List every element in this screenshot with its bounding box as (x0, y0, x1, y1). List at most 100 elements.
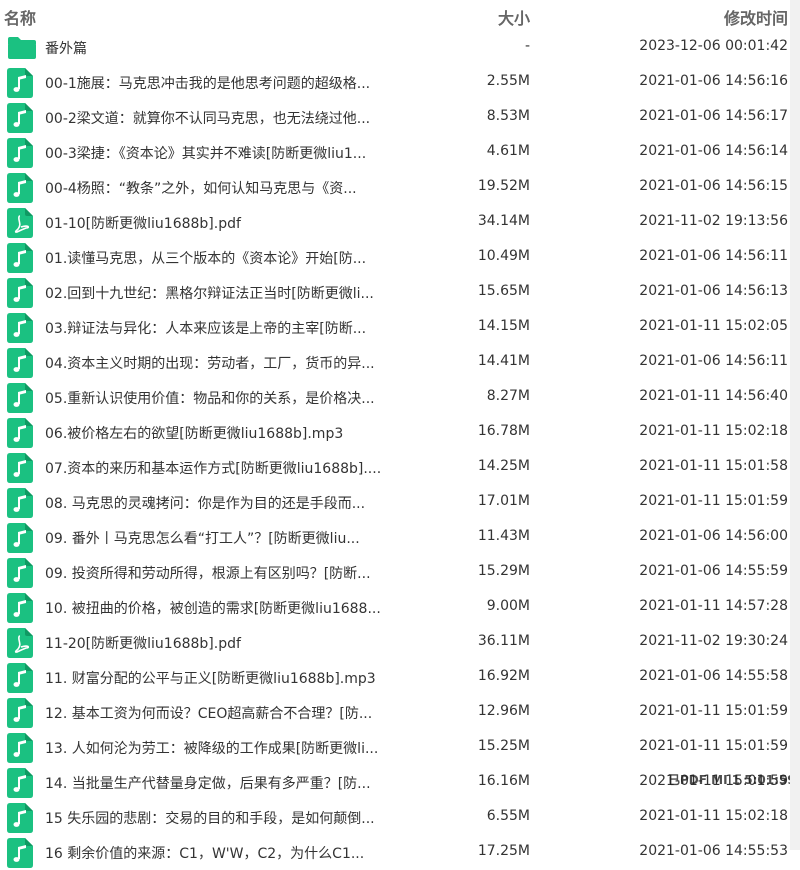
audio-file-icon (7, 243, 33, 273)
column-header-name[interactable]: 名称 (4, 5, 36, 29)
file-size: 14.15M (477, 318, 530, 334)
file-name[interactable]: 15 失乐园的悲剧：交易的目的和手段，是如何颠倒... (45, 808, 400, 828)
file-row[interactable]: 00-2梁文道：就算你不认同马克思，也无法绕过他... 8.53M 2021-01-… (0, 100, 790, 135)
file-name[interactable]: 09. 番外丨马克思怎么看“打工人”？[防断更微liu... (45, 528, 400, 548)
file-row[interactable]: 02.回到十九世纪：黑格尔辩证法正当时[防断更微li... 15.65M 2021-… (0, 275, 790, 310)
audio-file-icon (7, 383, 33, 413)
column-header-size[interactable]: 大小 (498, 5, 530, 29)
pdf-file-icon (7, 628, 33, 658)
file-modified-time: 2021-01-06 14:56:17 (639, 108, 788, 124)
audio-file-icon (7, 558, 33, 588)
file-name[interactable]: 00-3梁捷：《资本论》其实并不难读[防断更微liu1... (45, 143, 400, 163)
file-size: 15.65M (477, 283, 530, 299)
file-name[interactable]: 14. 当批量生产代替量身定做，后果有多严重？[防... (45, 773, 400, 793)
file-row[interactable]: 04.资本主义时期的出现：劳动者，工厂，货币的异... 14.41M 2021-01… (0, 345, 790, 380)
file-size: 17.01M (477, 493, 530, 509)
audio-file-icon (7, 838, 33, 868)
file-size: 4.61M (486, 143, 530, 159)
file-modified-time: 2021-01-11 15:01:59 (639, 703, 788, 719)
audio-file-icon (7, 803, 33, 833)
file-name[interactable]: 03.辩证法与异化：人本来应该是上帝的主宰[防断... (45, 318, 400, 338)
file-row[interactable]: 15 失乐园的悲剧：交易的目的和手段，是如何颠倒... 6.55M 2021-01-… (0, 800, 790, 835)
file-name[interactable]: 02.回到十九世纪：黑格尔辩证法正当时[防断更微li... (45, 283, 400, 303)
file-name[interactable]: 05.重新认识使用价值：物品和你的关系，是价格决... (45, 388, 400, 408)
audio-file-icon (7, 453, 33, 483)
file-modified-time: 2021-01-06 14:56:13 (639, 283, 788, 299)
audio-file-icon (7, 418, 33, 448)
file-row[interactable]: 06.被价格左右的欲望[防断更微liu1688b].mp3 16.78M 2021-… (0, 415, 790, 450)
file-row[interactable]: 10. 被扭曲的价格，被创造的需求[防断更微liu1688... 9.00M 202… (0, 590, 790, 625)
file-name[interactable]: 16 剩余价值的来源：C1，W'W，C2，为什么C1... (45, 843, 400, 863)
file-size: 34.14M (477, 213, 530, 229)
audio-file-icon (7, 698, 33, 728)
file-row[interactable]: 番外篇 - 2023-12-06 00:01:42 (0, 30, 790, 65)
audio-file-icon (7, 663, 33, 693)
file-modified-time: 2021-01-11 14:56:40 (639, 388, 788, 404)
file-row[interactable]: 00-1施展：马克思冲击我的是他思考问题的超级格... 2.55M 2021-01-… (0, 65, 790, 100)
file-name[interactable]: 04.资本主义时期的出现：劳动者，工厂，货币的异... (45, 353, 400, 373)
file-modified-time: 2021-11-02 19:30:24 (639, 633, 788, 649)
file-size: 8.27M (486, 388, 530, 404)
file-name[interactable]: 06.被价格左右的欲望[防断更微liu1688b].mp3 (45, 423, 400, 443)
file-row[interactable]: 11-20[防断更微liu1688b].pdf 36.11M 2021-11-02 … (0, 625, 790, 660)
file-row[interactable]: 12. 基本工资为何而设？CEO超高薪合不合理？[防... 12.96M 2021-… (0, 695, 790, 730)
file-name[interactable]: 09. 投资所得和劳动所得，根源上有区别吗？[防断... (45, 563, 400, 583)
file-name[interactable]: 12. 基本工资为何而设？CEO超高薪合不合理？[防... (45, 703, 400, 723)
audio-file-icon (7, 278, 33, 308)
file-modified-time: 2021-01-11 15:01:59 (639, 493, 788, 509)
audio-file-icon (7, 68, 33, 98)
file-size: 8.53M (486, 108, 530, 124)
audio-file-icon (7, 173, 33, 203)
file-name[interactable]: 番外篇 (45, 38, 400, 58)
file-row[interactable]: 16 剩余价值的来源：C1，W'W，C2，为什么C1... 17.25M 2021-… (0, 835, 790, 870)
file-modified-time: 2021-01-06 14:56:15 (639, 178, 788, 194)
file-name[interactable]: 00-1施展：马克思冲击我的是他思考问题的超级格... (45, 73, 400, 93)
file-name[interactable]: 08. 马克思的灵魂拷问：你是作为目的还是手段而... (45, 493, 400, 513)
file-modified-time: 2021-01-11 14:57:28 (639, 598, 788, 614)
pdf-file-icon (7, 208, 33, 238)
file-name[interactable]: 13. 人如何沦为劳工：被降级的工作成果[防断更微li... (45, 738, 400, 758)
file-row[interactable]: 11. 财富分配的公平与正义[防断更微liu1688b].mp3 16.92M 20… (0, 660, 790, 695)
audio-file-icon (7, 593, 33, 623)
audio-file-icon (7, 733, 33, 763)
file-size: - (524, 38, 530, 54)
file-row[interactable]: 01-10[防断更微liu1688b].pdf 34.14M 2021-11-02 … (0, 205, 790, 240)
audio-file-icon (7, 313, 33, 343)
file-size: 14.25M (477, 458, 530, 474)
file-size: 17.25M (477, 843, 530, 859)
file-name[interactable]: 07.资本的来历和基本运作方式[防断更微liu1688b].... (45, 458, 400, 478)
file-modified-time: 2021-01-11 15:02:18 (639, 423, 788, 439)
file-row[interactable]: 00-4杨照：“教条”之外，如何认知马克思与《资... 19.52M 2021-01… (0, 170, 790, 205)
file-row[interactable]: 08. 马克思的灵魂拷问：你是作为目的还是手段而... 17.01M 2021-01… (0, 485, 790, 520)
file-size: 10.49M (477, 248, 530, 264)
file-row[interactable]: 13. 人如何沦为劳工：被降级的工作成果[防断更微li... 15.25M 2021… (0, 730, 790, 765)
column-header-modified[interactable]: 修改时间 (724, 5, 788, 29)
file-row[interactable]: 00-3梁捷：《资本论》其实并不难读[防断更微liu1... 4.61M 2021-… (0, 135, 790, 170)
file-size: 9.00M (486, 598, 530, 614)
audio-file-icon (7, 348, 33, 378)
audio-file-icon (7, 138, 33, 168)
file-name[interactable]: 11. 财富分配的公平与正义[防断更微liu1688b].mp3 (45, 668, 400, 688)
file-size: 19.52M (477, 178, 530, 194)
file-name[interactable]: 00-2梁文道：就算你不认同马克思，也无法绕过他... (45, 108, 400, 128)
vertical-scrollbar[interactable] (790, 0, 800, 850)
file-name[interactable]: 10. 被扭曲的价格，被创造的需求[防断更微liu1688... (45, 598, 400, 618)
file-modified-time: 2021-01-06 14:56:11 (639, 248, 788, 264)
file-name[interactable]: 01.读懂马克思，从三个版本的《资本论》开始[防... (45, 248, 400, 268)
file-size: 14.41M (477, 353, 530, 369)
file-row[interactable]: 03.辩证法与异化：人本来应该是上帝的主宰[防断... 14.15M 2021-01… (0, 310, 790, 345)
file-row[interactable]: 01.读懂马克思，从三个版本的《资本论》开始[防... 10.49M 2021-01… (0, 240, 790, 275)
file-row[interactable]: 05.重新认识使用价值：物品和你的关系，是价格决... 8.27M 2021-01-… (0, 380, 790, 415)
file-size: 2.55M (486, 73, 530, 89)
file-name[interactable]: 00-4杨照：“教条”之外，如何认知马克思与《资... (45, 178, 400, 198)
file-modified-time: 2021-01-11 15:01:58 (639, 458, 788, 474)
file-size: 15.25M (477, 738, 530, 754)
file-row[interactable]: 09. 番外丨马克思怎么看“打工人”？[防断更微liu... 11.43M 2021… (0, 520, 790, 555)
file-name[interactable]: 01-10[防断更微liu1688b].pdf (45, 213, 400, 233)
file-list: 番外篇 - 2023-12-06 00:01:42 00-1施展：马克思冲击我的是他思… (0, 30, 790, 870)
file-row[interactable]: 09. 投资所得和劳动所得，根源上有区别吗？[防断... 15.29M 2021-0… (0, 555, 790, 590)
audio-file-icon (7, 523, 33, 553)
file-name[interactable]: 11-20[防断更微liu1688b].pdf (45, 633, 400, 653)
file-size: 16.92M (477, 668, 530, 684)
file-row[interactable]: 07.资本的来历和基本运作方式[防断更微liu1688b].... 14.25M 2… (0, 450, 790, 485)
